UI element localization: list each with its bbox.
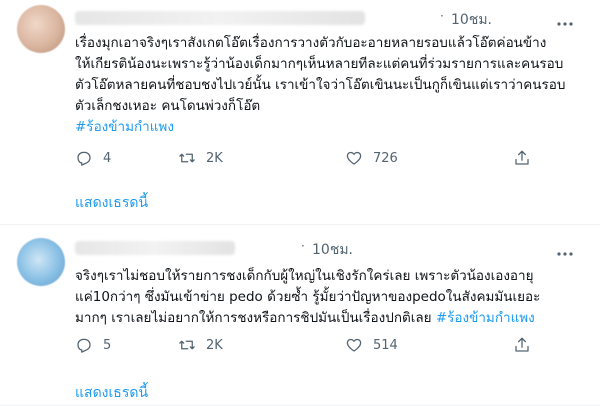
- like-count: 514: [373, 337, 398, 353]
- reply-icon: [77, 151, 91, 166]
- reply-button[interactable]: 5: [75, 335, 111, 355]
- tweet-text: จริงๆเราไม่ชอบให้รายการชงเด็กกับผู้ใหญ่ใ…: [75, 266, 585, 329]
- like-button[interactable]: 726: [345, 148, 398, 168]
- tweet-body: เรื่องมุกเอาจริงๆเราสังเกตโอ๊ตเรื่องการว…: [75, 35, 566, 114]
- show-thread-link[interactable]: แสดงเธรดนี้: [75, 382, 148, 404]
- retweet-button[interactable]: 2K: [178, 335, 223, 355]
- retweet-count: 2K: [206, 337, 223, 353]
- more-icon[interactable]: [555, 14, 575, 34]
- tweet-actions: 5 2K 514: [75, 335, 535, 357]
- heart-icon: [346, 151, 362, 165]
- retweet-count: 2K: [206, 150, 223, 166]
- blurred-username[interactable]: [75, 241, 235, 255]
- like-count: 726: [373, 150, 398, 166]
- tweet-time[interactable]: 10ชม.: [451, 9, 492, 31]
- avatar[interactable]: [17, 5, 65, 53]
- tweet-text: เรื่องมุกเอาจริงๆเราสังเกตโอ๊ตเรื่องการว…: [75, 33, 585, 138]
- tweet-header: · 10ชม.: [75, 8, 575, 28]
- tweet-2[interactable]: · 10ชม. จริงๆเราไม่ชอบให้รายการชงเด็กกับ…: [0, 230, 600, 401]
- show-thread-link[interactable]: แสดงเธรดนี้: [75, 192, 148, 214]
- share-icon: [515, 150, 529, 165]
- share-icon: [515, 337, 529, 352]
- heart-icon: [346, 338, 362, 352]
- retweet-icon: [179, 153, 195, 163]
- retweet-button[interactable]: 2K: [178, 148, 223, 168]
- tweet-header: · 10ชม.: [75, 238, 575, 258]
- more-icon[interactable]: [555, 244, 575, 264]
- hashtag-link[interactable]: #ร้องข้ามกำแพง: [436, 310, 535, 326]
- tweet-actions: 4 2K 726: [75, 148, 535, 170]
- tweet-1[interactable]: · 10ชม. เรื่องมุกเอาจริงๆเราสังเกตโอ๊ตเร…: [0, 0, 600, 211]
- separator-dot: ·: [301, 239, 305, 253]
- reply-count: 5: [103, 337, 112, 353]
- separator-dot: ·: [440, 9, 444, 23]
- share-button[interactable]: [513, 335, 541, 355]
- retweet-icon: [179, 340, 195, 350]
- share-button[interactable]: [513, 148, 541, 168]
- divider: [0, 224, 600, 225]
- hashtag-link[interactable]: #ร้องข้ามกำแพง: [75, 119, 174, 135]
- reply-count: 4: [103, 150, 112, 166]
- tweet-time[interactable]: 10ชม.: [312, 239, 353, 261]
- like-button[interactable]: 514: [345, 335, 398, 355]
- reply-icon: [77, 338, 91, 353]
- blurred-username[interactable]: [75, 11, 365, 25]
- reply-button[interactable]: 4: [75, 148, 111, 168]
- avatar[interactable]: [17, 238, 65, 286]
